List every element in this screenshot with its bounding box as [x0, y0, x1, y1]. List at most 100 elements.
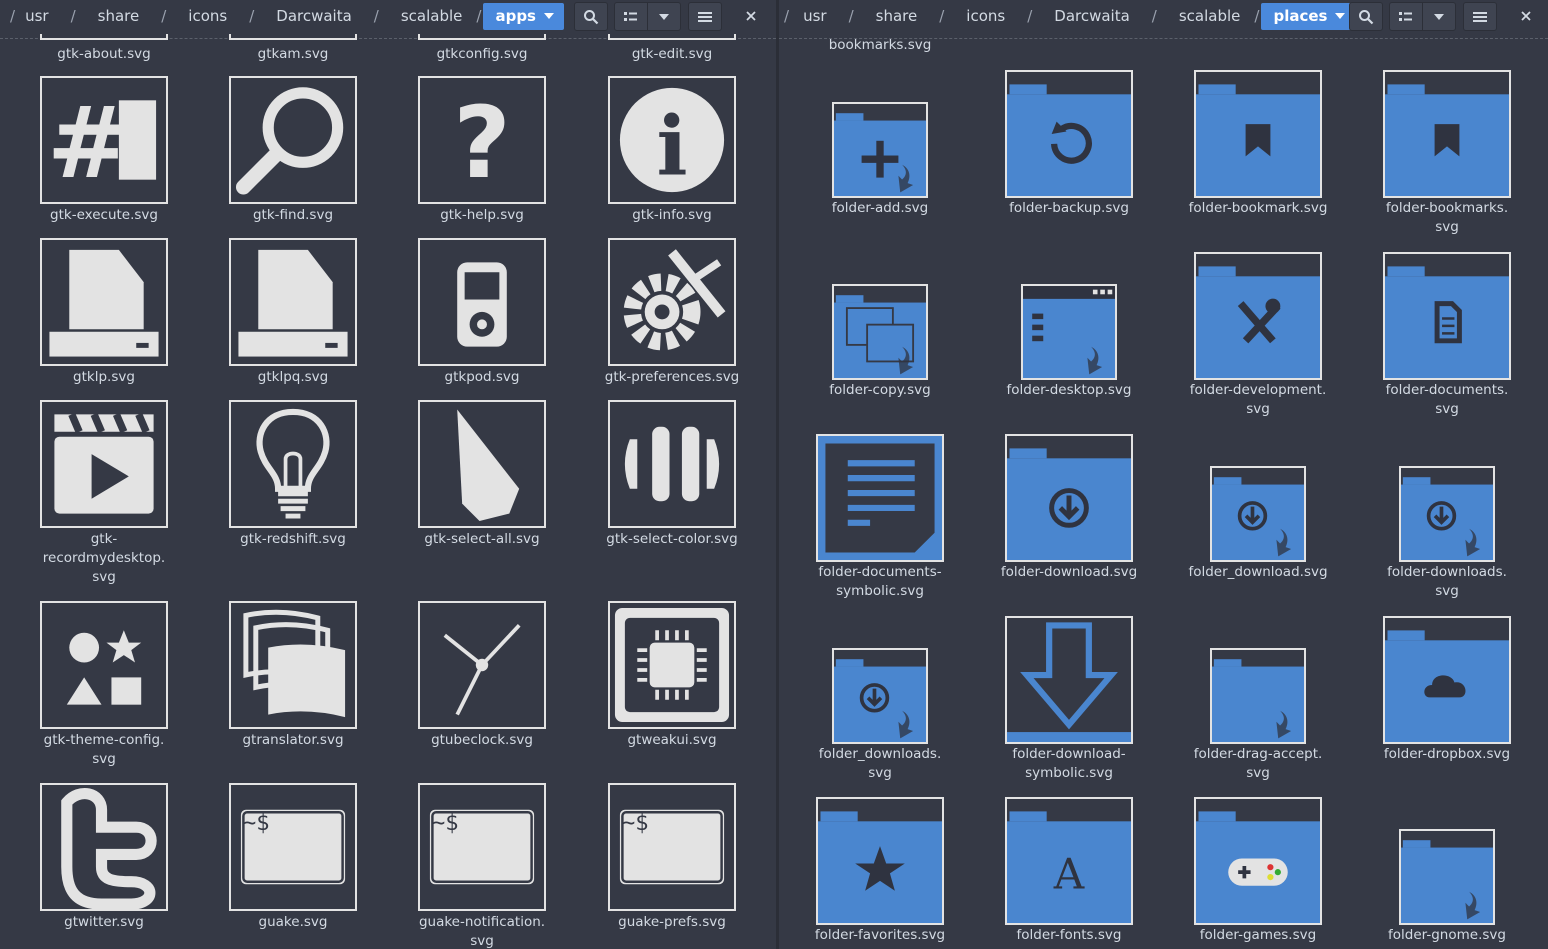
folder-fonts-icon: A: [1005, 797, 1133, 925]
file-name-line: folder-download-: [1012, 746, 1126, 762]
file-name-line: folder-bookmarks.: [1385, 200, 1509, 216]
file-name-label: guake.svg: [258, 914, 328, 930]
file-name-line: svg: [92, 569, 116, 585]
file-name-label: gtk-about.svg: [57, 46, 151, 62]
file-name-line: folder-downloads.: [1387, 564, 1507, 580]
preferences-icon: [608, 238, 736, 366]
file-name-label: folder-gnome.svg: [1388, 927, 1506, 943]
breadcrumb-usr[interactable]: usr: [803, 7, 827, 25]
view-mode-button[interactable]: [614, 2, 648, 31]
folder-dropbox-icon: [1383, 616, 1511, 744]
breadcrumb-icons[interactable]: icons: [966, 7, 1005, 25]
file-name-line: recordmydesktop.: [42, 550, 166, 566]
file-name-label: folder_download.svg: [1188, 564, 1328, 580]
search-icon: [584, 9, 599, 24]
file-name-line: svg: [868, 765, 892, 781]
right-breadcrumb: / usr / share / icons / Darcwaita / scal…: [779, 0, 1356, 32]
file-name-label: bookmarks.svg: [828, 37, 932, 53]
file-name-label: gtranslator.svg: [242, 732, 344, 748]
search-button[interactable]: [1349, 2, 1383, 31]
chevron-down-icon: [1335, 12, 1346, 19]
file-name-label: folder-favorites.svg: [814, 927, 946, 943]
menu-button[interactable]: [1463, 2, 1497, 31]
file-name-label: folder-download.svg: [1000, 564, 1138, 580]
file-name-label: folder-downloads. svg: [1372, 563, 1522, 601]
breadcrumb-icons[interactable]: icons: [188, 7, 227, 25]
info-icon: i: [608, 76, 736, 204]
file-name-label: gtweakui.svg: [627, 732, 717, 748]
file-thumbnail: [608, 34, 736, 40]
file-name-label: folder-fonts.svg: [1016, 927, 1122, 943]
breadcrumb-current-folder[interactable]: places: [1261, 2, 1356, 30]
clapperboard-icon: [40, 400, 168, 528]
search-button[interactable]: [574, 2, 608, 31]
file-name-line: folder_downloads.: [818, 746, 942, 762]
file-name-label: gtk-preferences.svg: [604, 369, 740, 385]
file-name-line: svg: [1435, 583, 1459, 599]
file-name-line: svg: [1246, 765, 1270, 781]
file-name-label: gtklp.svg: [73, 369, 135, 385]
file-name-label: gtubeclock.svg: [431, 732, 533, 748]
svg-text:i: i: [656, 99, 687, 195]
chip-icon: [608, 601, 736, 729]
document-symbolic-icon: [816, 434, 944, 562]
download-arrow-icon: [1005, 616, 1133, 744]
file-thumbnail: [40, 34, 168, 40]
svg-text:A: A: [1053, 849, 1085, 898]
clock-icon: [418, 601, 546, 729]
file-name-label: folder-bookmarks. svg: [1372, 199, 1522, 237]
list-view-icon: [1399, 11, 1412, 21]
breadcrumb-separator: /: [373, 7, 379, 25]
breadcrumb-separator: /: [70, 7, 76, 25]
breadcrumb-separator: /: [1151, 7, 1157, 25]
file-name-label: folder-desktop.svg: [1006, 382, 1132, 398]
file-name-label: folder-backup.svg: [1009, 200, 1129, 216]
close-pane-button[interactable]: [1512, 2, 1540, 29]
help-icon: ?: [418, 76, 546, 204]
folder-downloads-icon: [1399, 466, 1495, 562]
file-name-label: guake-prefs.svg: [618, 914, 726, 930]
file-thumbnail: [418, 34, 546, 40]
breadcrumb-share[interactable]: share: [98, 7, 140, 25]
folder-download-link-icon: [1210, 466, 1306, 562]
file-name-line: svg: [470, 933, 494, 949]
view-options-button[interactable]: [647, 2, 681, 31]
close-pane-button[interactable]: [737, 2, 765, 29]
file-name-label: gtk-select-all.svg: [424, 531, 540, 547]
file-thumbnail: [229, 34, 357, 40]
breadcrumb-scalable[interactable]: scalable: [1179, 7, 1241, 25]
folder-downloads-link-icon: [832, 648, 928, 744]
close-icon: [746, 10, 756, 21]
file-name-line: symbolic.svg: [836, 583, 924, 599]
folder-games-icon: [1194, 797, 1322, 925]
folder-bookmark-icon: [1194, 70, 1322, 198]
terminal-prompt: ~$: [243, 811, 270, 836]
file-name-label: gtk-theme-config. svg: [29, 731, 179, 769]
breadcrumb-separator: /: [1027, 7, 1033, 25]
view-mode-button[interactable]: [1389, 2, 1423, 31]
folder-development-icon: [1194, 252, 1322, 380]
chevron-down-icon: [1434, 13, 1444, 20]
breadcrumb-usr[interactable]: usr: [25, 7, 49, 25]
right-toolbar: / usr / share / icons / Darcwaita / scal…: [779, 0, 1548, 32]
file-name-label: gtk-execute.svg: [50, 207, 158, 223]
file-name-label: folder-drag-accept. svg: [1183, 745, 1333, 783]
breadcrumb-scalable[interactable]: scalable: [401, 7, 463, 25]
file-name-line: folder-documents-: [818, 564, 942, 580]
left-file-pane: / usr / share / icons / Darcwaita / scal…: [0, 0, 776, 949]
breadcrumb-darcwaita[interactable]: Darcwaita: [1054, 7, 1130, 25]
breadcrumb-current-folder[interactable]: apps: [483, 2, 564, 30]
terminal-icon: ~$: [608, 783, 736, 911]
folder-bookmarks-icon: [1383, 70, 1511, 198]
breadcrumb-current-label: apps: [495, 6, 536, 25]
view-options-button[interactable]: [1422, 2, 1456, 31]
file-name-label: gtk-help.svg: [440, 207, 524, 223]
file-name-label: guake-notification. svg: [407, 913, 557, 949]
file-name-label: gtk-redshift.svg: [240, 531, 346, 547]
breadcrumb-share[interactable]: share: [876, 7, 918, 25]
printer-icon: [40, 238, 168, 366]
file-name-label: gtk-select-color.svg: [606, 531, 738, 547]
breadcrumb-darcwaita[interactable]: Darcwaita: [276, 7, 352, 25]
file-name-line: svg: [1435, 219, 1459, 235]
menu-button[interactable]: [688, 2, 722, 31]
